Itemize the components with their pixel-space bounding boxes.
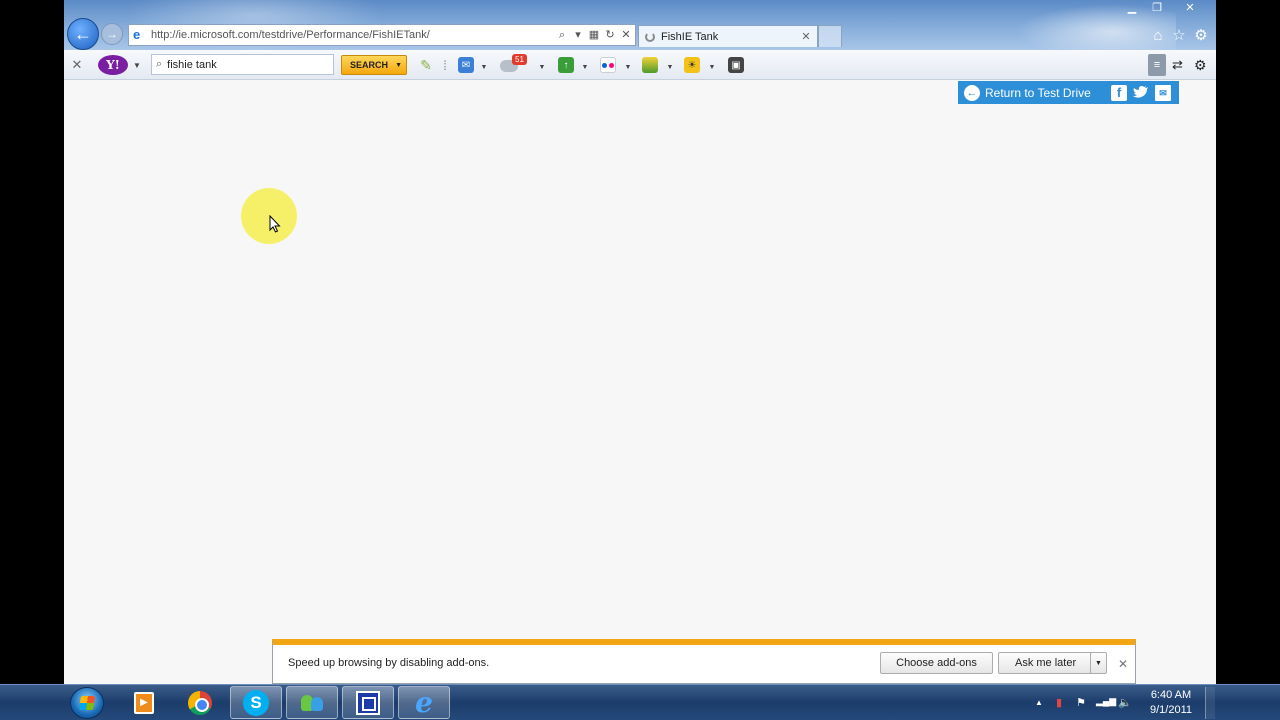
- browser-tab[interactable]: FishIE Tank ✕: [638, 25, 818, 47]
- finance-icon[interactable]: ↑: [558, 57, 574, 73]
- taskbar: ▶ S e ▲ ▮ ⚑ ▂▄▆ 🔈 6:40 AM 9/1/2011: [0, 684, 1280, 720]
- stop-icon[interactable]: ✕: [619, 28, 633, 42]
- toolbar-search-input[interactable]: ⌕ fishie tank: [151, 54, 334, 75]
- back-arrow-icon[interactable]: ←: [67, 18, 99, 50]
- clock-date: 9/1/2011: [1149, 704, 1192, 716]
- browser-window: ← → e http://ie.microsoft.com/testdrive/…: [64, 0, 1216, 684]
- home-icon[interactable]: ⌂: [1149, 27, 1167, 45]
- power-icon[interactable]: ▮: [1052, 696, 1066, 709]
- address-bar[interactable]: e http://ie.microsoft.com/testdrive/Perf…: [128, 24, 636, 46]
- show-hidden-icons-icon[interactable]: ▲: [1032, 698, 1046, 707]
- system-tray: ▲ ▮ ⚑ ▂▄▆ 🔈 6:40 AM 9/1/2011: [1030, 685, 1275, 720]
- yahoo-icon[interactable]: Y!: [98, 55, 128, 75]
- chevron-down-icon[interactable]: ▼: [132, 55, 142, 75]
- page-content: ← Return to Test Drive f ✉: [64, 80, 1216, 640]
- chevron-down-icon[interactable]: ▼: [538, 57, 546, 77]
- ask-me-later-button[interactable]: Ask me later: [998, 652, 1094, 674]
- new-tab-button[interactable]: [818, 25, 842, 47]
- compat-view-icon[interactable]: ▦: [587, 28, 601, 42]
- maximize-button[interactable]: ❐: [1146, 0, 1168, 17]
- start-button[interactable]: [70, 687, 104, 719]
- forward-arrow-icon[interactable]: →: [101, 23, 123, 45]
- mouse-pointer-icon: [269, 215, 281, 233]
- tab-title: FishIE Tank: [661, 30, 719, 43]
- network-icon[interactable]: ▂▄▆: [1096, 696, 1116, 707]
- facebook-icon[interactable]: f: [1111, 84, 1127, 101]
- search-icon: ⌕: [156, 58, 163, 70]
- browser-titlebar: ← → e http://ie.microsoft.com/testdrive/…: [64, 0, 1216, 50]
- chevron-down-icon[interactable]: ▼: [624, 57, 632, 77]
- games-icon[interactable]: [642, 57, 658, 73]
- address-url-text[interactable]: http://ie.microsoft.com/testdrive/Perfor…: [151, 29, 555, 41]
- refresh-icon[interactable]: ↻: [603, 28, 617, 42]
- return-to-test-drive-bar[interactable]: ← Return to Test Drive f ✉: [958, 81, 1179, 104]
- chrome-icon[interactable]: [174, 686, 226, 719]
- mail-icon[interactable]: ✉: [458, 57, 474, 73]
- volume-icon[interactable]: 🔈: [1118, 696, 1132, 709]
- chevron-down-icon[interactable]: ▼: [480, 57, 488, 77]
- show-desktop-button[interactable]: [1205, 687, 1215, 719]
- return-to-test-drive-link[interactable]: Return to Test Drive: [985, 86, 1111, 100]
- swap-arrows-icon[interactable]: ⇄: [1172, 55, 1183, 75]
- gear-icon[interactable]: ⚙: [1192, 27, 1210, 45]
- skype-icon[interactable]: S: [230, 686, 282, 719]
- weather-icon[interactable]: ☀: [684, 57, 700, 73]
- flickr-icon[interactable]: [600, 57, 616, 73]
- toolbar-search-button[interactable]: SEARCH ▼: [341, 55, 407, 75]
- pencil-icon[interactable]: ✎: [418, 57, 434, 73]
- ie-page-icon: e: [133, 27, 141, 42]
- chevron-down-icon[interactable]: ▼: [581, 57, 589, 77]
- list-icon[interactable]: ≡: [1148, 54, 1166, 76]
- search-icon[interactable]: ⌕: [555, 28, 569, 42]
- toolbar-gear-icon[interactable]: ⚙: [1194, 55, 1207, 75]
- messenger-icon[interactable]: [286, 686, 338, 719]
- screen-recorder-icon[interactable]: [342, 686, 394, 719]
- clock[interactable]: 6:40 AM 9/1/2011: [1142, 688, 1200, 718]
- clock-time: 6:40 AM: [1150, 689, 1192, 701]
- chevron-down-icon[interactable]: ▼: [708, 57, 716, 77]
- loading-spinner-icon: [645, 31, 655, 42]
- chevron-down-icon: ▼: [395, 61, 402, 69]
- notification-message: Speed up browsing by disabling add-ons.: [288, 657, 490, 669]
- windows-logo-icon: [79, 696, 95, 710]
- dropdown-icon[interactable]: ▾: [571, 28, 585, 42]
- email-icon[interactable]: ✉: [1155, 84, 1171, 101]
- media-player-icon[interactable]: ▶: [118, 686, 170, 719]
- flag-icon[interactable]: ⚑: [1074, 696, 1088, 709]
- chevron-down-icon[interactable]: ▼: [666, 57, 674, 77]
- yahoo-toolbar: ✕ Y! ▼ ⌕ fishie tank SEARCH ▼ ✎ ⁞ ✉ ▼ 51…: [64, 50, 1216, 80]
- search-button-label: SEARCH: [350, 60, 389, 70]
- internet-explorer-icon[interactable]: e: [398, 686, 450, 719]
- photo-icon[interactable]: ▣: [728, 57, 744, 73]
- toolbar-close-icon[interactable]: ✕: [70, 55, 84, 75]
- tab-close-icon[interactable]: ✕: [799, 30, 813, 43]
- close-window-button[interactable]: ✕: [1170, 0, 1210, 17]
- addons-notification-bar: Speed up browsing by disabling add-ons. …: [272, 639, 1136, 684]
- desktop-screen: ← → e http://ie.microsoft.com/testdrive/…: [0, 0, 1280, 720]
- divider-icon: ⁞: [443, 57, 447, 73]
- back-circle-icon: ←: [964, 84, 980, 101]
- mail-badge-count: 51: [512, 54, 527, 65]
- messenger-icon[interactable]: 51: [500, 54, 530, 73]
- twitter-icon[interactable]: [1133, 85, 1149, 101]
- chevron-down-icon[interactable]: ▼: [1090, 652, 1107, 674]
- choose-addons-button[interactable]: Choose add-ons: [880, 652, 993, 674]
- star-icon[interactable]: ☆: [1170, 27, 1188, 45]
- toolbar-search-value: fishie tank: [167, 58, 217, 71]
- notification-close-icon[interactable]: ✕: [1118, 657, 1128, 671]
- minimize-button[interactable]: ▁: [1118, 0, 1146, 17]
